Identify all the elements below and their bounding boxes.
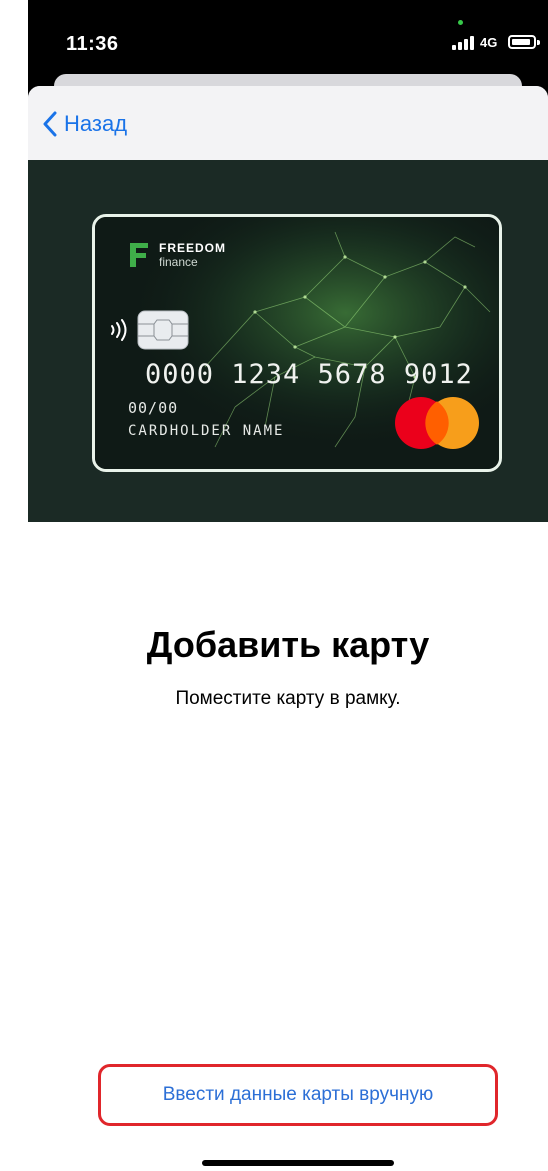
status-time: 11:36 xyxy=(66,33,119,55)
card-holder-name: CARDHOLDER NAME xyxy=(128,423,285,439)
home-indicator[interactable] xyxy=(202,1160,394,1166)
signal-icon xyxy=(452,34,476,50)
brand-name-top: FREEDOM xyxy=(159,241,226,255)
network-type: 4G xyxy=(480,35,498,50)
page-title: Добавить карту xyxy=(146,624,430,665)
card-expiry: 00/00 xyxy=(128,399,179,417)
manual-entry-button[interactable]: Ввести данные карты вручную xyxy=(98,1064,498,1126)
battery-icon xyxy=(508,35,540,49)
contactless-icon xyxy=(111,319,127,341)
nav-bar: Назад xyxy=(28,86,548,160)
mastercard-logo xyxy=(395,397,479,449)
privacy-indicator-dot xyxy=(458,20,463,25)
back-button[interactable]: Назад xyxy=(42,108,127,140)
chevron-left-icon xyxy=(43,111,57,137)
card-brand: FREEDOM finance xyxy=(128,241,226,269)
card-number: 0000 1234 5678 9012 xyxy=(145,359,473,390)
freedom-finance-logo xyxy=(130,243,148,267)
chip-icon xyxy=(137,310,189,350)
phone-screen: 11:36 4G Назад FREEDOM finance 0000 1234… xyxy=(28,0,548,1171)
card-preview: FREEDOM finance 0000 1234 5678 9012 00/0… xyxy=(92,214,502,472)
brand-name-bottom: finance xyxy=(159,255,198,269)
add-card-sheet: Назад FREEDOM finance 0000 1234 5678 901… xyxy=(28,86,548,1171)
page-subtitle: Поместите карту в рамку. xyxy=(175,688,401,709)
back-button-label: Назад xyxy=(64,111,128,136)
